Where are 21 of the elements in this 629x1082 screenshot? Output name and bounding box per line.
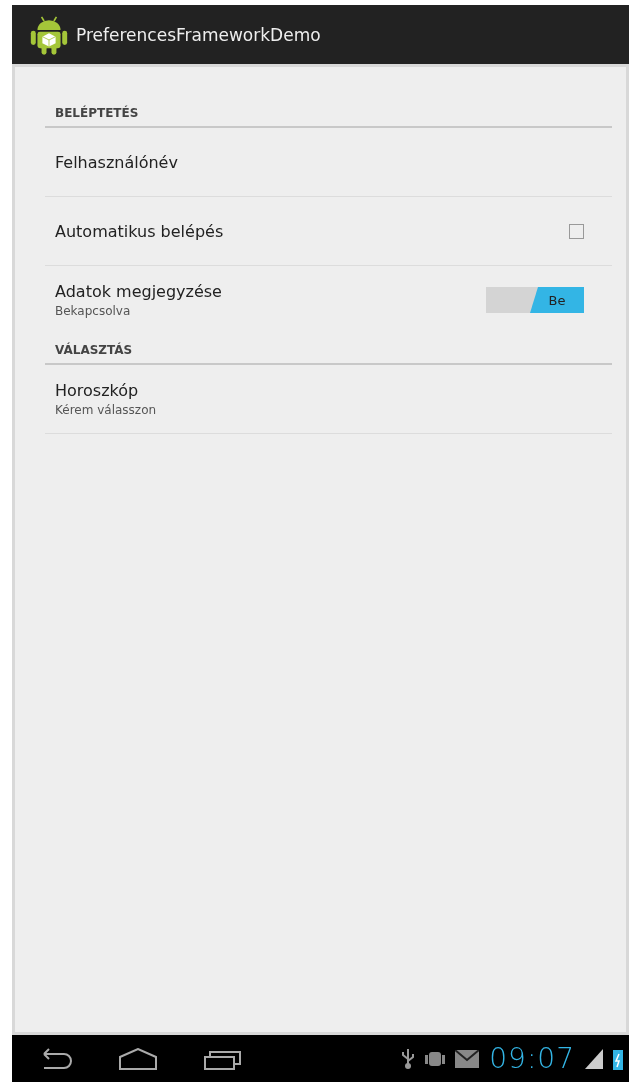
preference-title: Felhasználónév — [55, 152, 179, 172]
preference-summary: Bekapcsolva — [55, 304, 132, 318]
toggle-switch[interactable]: Be — [486, 287, 584, 313]
signal-icon — [585, 1048, 603, 1069]
mail-icon — [455, 1049, 480, 1068]
preference-item[interactable]: Automatikus belépés — [45, 197, 612, 266]
section-header: BELÉPTETÉS — [45, 97, 612, 128]
app-title: PreferencesFrameworkDemo — [76, 24, 321, 45]
usb-icon — [401, 1047, 416, 1070]
preference-title: Automatikus belépés — [55, 221, 225, 241]
preference-summary: Kérem válasszon — [55, 403, 158, 417]
section-header: VÁLASZTÁS — [45, 334, 612, 365]
preference-item[interactable]: Adatok megjegyzése Bekapcsolva Be — [45, 266, 612, 334]
checkbox[interactable] — [569, 223, 584, 239]
preference-item[interactable]: Horoszkóp Kérem válasszon — [45, 365, 612, 434]
home-icon[interactable] — [118, 1047, 158, 1070]
preference-title: Horoszkóp — [55, 381, 140, 400]
battery-icon — [613, 1047, 623, 1070]
preference-item[interactable]: Felhasználónév — [45, 128, 612, 197]
preference-title: Adatok megjegyzése — [55, 282, 223, 301]
clock: 09:07 — [489, 1042, 575, 1075]
